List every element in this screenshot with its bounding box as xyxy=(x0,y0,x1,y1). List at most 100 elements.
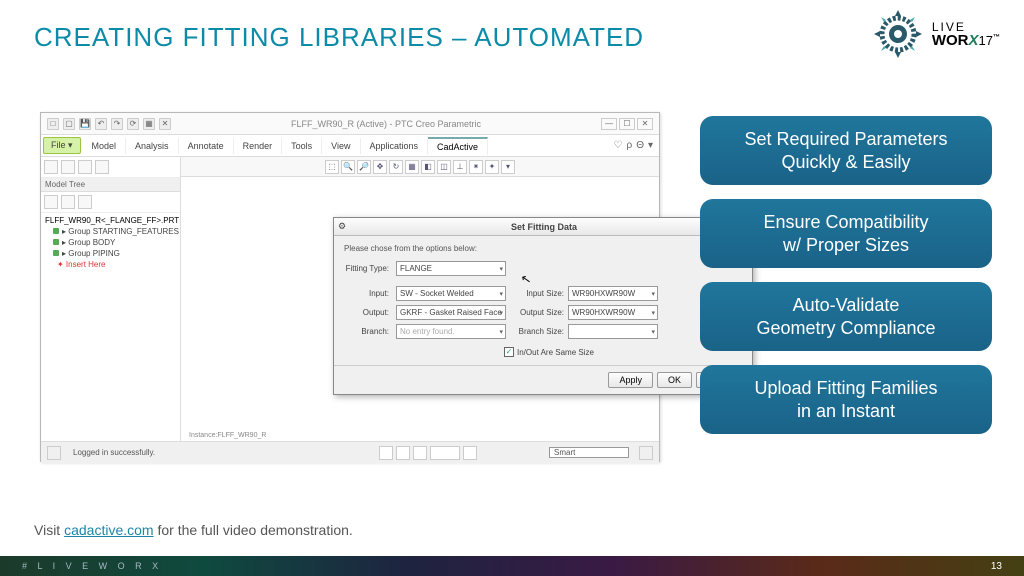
zoom-in-icon[interactable]: 🔍 xyxy=(341,160,355,174)
status-end-icon[interactable] xyxy=(639,446,653,460)
tab-annotate[interactable]: Annotate xyxy=(179,138,234,154)
help-icon[interactable]: Θ xyxy=(636,140,644,151)
tab-analysis[interactable]: Analysis xyxy=(126,138,179,154)
windows-icon[interactable]: ▦ xyxy=(143,118,155,130)
redo-icon[interactable]: ↷ xyxy=(111,118,123,130)
output-size-select[interactable]: WR90HXWR90W xyxy=(568,305,658,320)
output-select[interactable]: GKRF - Gasket Raised Face xyxy=(396,305,506,320)
same-size-checkbox[interactable]: ✓ xyxy=(504,347,514,357)
sidebar-tabs[interactable] xyxy=(41,157,180,178)
model-tree[interactable]: FLFF_WR90_R<_FLANGE_FF>.PRT ▸ Group STAR… xyxy=(41,213,180,272)
tab-tools[interactable]: Tools xyxy=(282,138,322,154)
undo-icon[interactable]: ↶ xyxy=(95,118,107,130)
heart-icon[interactable]: ♡ xyxy=(614,140,623,151)
status-bar: Logged in successfully. Smart xyxy=(41,441,659,463)
ribbon-right-tools[interactable]: ♡ρΘ ▾ xyxy=(614,140,659,151)
pan-icon[interactable]: ✥ xyxy=(373,160,387,174)
annot-icon[interactable]: ▾ xyxy=(501,160,515,174)
input-label: Input: xyxy=(344,289,392,298)
display-style-icon[interactable]: ◧ xyxy=(421,160,435,174)
tab-render[interactable]: Render xyxy=(234,138,283,154)
benefit-compatibility: Ensure Compatibilityw/ Proper Sizes xyxy=(700,199,992,268)
tree-group-piping[interactable]: ▸ Group PIPING xyxy=(43,248,178,259)
selection-filter-select[interactable]: Smart xyxy=(549,447,629,458)
branch-select[interactable]: No entry found. xyxy=(396,324,506,339)
tab-cadactive[interactable]: CadActive xyxy=(428,137,488,155)
chevron-down-icon[interactable]: ▾ xyxy=(648,140,653,151)
input-select[interactable]: SW - Socket Welded xyxy=(396,286,506,301)
gear-tab-icon[interactable] xyxy=(95,160,109,174)
tab-applications[interactable]: Applications xyxy=(361,138,429,154)
close-all-icon[interactable]: ✕ xyxy=(159,118,171,130)
save-icon[interactable]: 💾 xyxy=(79,118,91,130)
dialog-gear-icon: ⚙ xyxy=(338,221,350,233)
zoom-out-icon[interactable]: 🔎 xyxy=(357,160,371,174)
benefit-upload: Upload Fitting Familiesin an Instant xyxy=(700,365,992,434)
tree-root[interactable]: FLFF_WR90_R<_FLANGE_FF>.PRT xyxy=(43,215,178,226)
benefit-validate: Auto-ValidateGeometry Compliance xyxy=(700,282,992,351)
tree-group-body[interactable]: ▸ Group BODY xyxy=(43,237,178,248)
tab-file[interactable]: File ▾ xyxy=(43,137,81,154)
benefit-parameters: Set Required ParametersQuickly & Easily xyxy=(700,116,992,185)
status-icon[interactable] xyxy=(47,446,61,460)
dialog-prompt: Please chose from the options below: xyxy=(344,244,742,253)
saved-view-icon[interactable]: ▦ xyxy=(405,160,419,174)
folder-tab-icon[interactable] xyxy=(61,160,75,174)
sel-tool-1-icon[interactable] xyxy=(379,446,393,460)
window-controls[interactable]: —☐✕ xyxy=(601,118,653,130)
search-icon[interactable]: ρ xyxy=(626,140,632,151)
datum-icon[interactable]: ◫ xyxy=(437,160,451,174)
app-screenshot: □ ▢ 💾 ↶ ↷ ⟳ ▦ ✕ FLFF_WR90_R (Active) - P… xyxy=(40,112,660,462)
instance-label: Instance:FLFF_WR90_R xyxy=(189,432,266,439)
set-fitting-data-dialog: ⚙ Set Fitting Data ✕ Please chose from t… xyxy=(333,217,753,395)
tab-model[interactable]: Model xyxy=(83,138,127,154)
branch-size-select[interactable] xyxy=(568,324,658,339)
refit-icon[interactable]: ⬚ xyxy=(325,160,339,174)
logo-group: LIVE WORX17™ xyxy=(872,8,1000,60)
slide-footer: # L I V E W O R X 13 xyxy=(0,556,1024,576)
same-size-label: In/Out Are Same Size xyxy=(517,348,594,357)
window-title: FLFF_WR90_R (Active) - PTC Creo Parametr… xyxy=(171,119,601,129)
flag-icon[interactable] xyxy=(413,446,427,460)
new-icon[interactable]: □ xyxy=(47,118,59,130)
tree-tab-icon[interactable] xyxy=(44,160,58,174)
ok-button[interactable]: OK xyxy=(657,372,692,388)
benefits-list: Set Required ParametersQuickly & Easily … xyxy=(700,116,992,434)
apply-button[interactable]: Apply xyxy=(608,372,653,388)
fav-tab-icon[interactable] xyxy=(78,160,92,174)
fitting-type-label: Fitting Type: xyxy=(344,264,392,273)
maximize-icon[interactable]: ☐ xyxy=(619,118,635,130)
cadactive-link[interactable]: cadactive.com xyxy=(64,522,153,538)
model-tree-header: Model Tree xyxy=(41,178,180,192)
input-size-select[interactable]: WR90HXWR90W xyxy=(568,286,658,301)
model-tree-panel: Model Tree FLFF_WR90_R<_FLANGE_FF>.PRT ▸… xyxy=(41,157,181,441)
footer-link-text: Visit cadactive.com for the full video d… xyxy=(34,522,353,538)
open-icon[interactable]: ▢ xyxy=(63,118,75,130)
dialog-title: Set Fitting Data xyxy=(354,222,734,232)
axis-icon[interactable]: ⊥ xyxy=(453,160,467,174)
point-icon[interactable]: ⁕ xyxy=(469,160,483,174)
minimize-icon[interactable]: — xyxy=(601,118,617,130)
status-tools[interactable] xyxy=(379,446,477,460)
spin-icon[interactable]: ↻ xyxy=(389,160,403,174)
find-icon[interactable] xyxy=(463,446,477,460)
output-label: Output: xyxy=(344,308,392,317)
quick-access-toolbar[interactable]: □ ▢ 💾 ↶ ↷ ⟳ ▦ ✕ xyxy=(47,118,171,130)
window-titlebar: □ ▢ 💾 ↶ ↷ ⟳ ▦ ✕ FLFF_WR90_R (Active) - P… xyxy=(41,113,659,135)
fitting-type-select[interactable]: FLANGE xyxy=(396,261,506,276)
liveworx-logo: LIVE WORX17™ xyxy=(932,21,1000,48)
csys-icon[interactable]: ✦ xyxy=(485,160,499,174)
tree-group-starting[interactable]: ▸ Group STARTING_FEATURES xyxy=(43,226,178,237)
slide-title: CREATING FITTING LIBRARIES – AUTOMATED xyxy=(34,22,644,53)
regen-icon[interactable]: ⟳ xyxy=(127,118,139,130)
sel-tool-2-icon[interactable] xyxy=(396,446,410,460)
ribbon-tabs[interactable]: File ▾ Model Analysis Annotate Render To… xyxy=(41,135,659,157)
branch-label: Branch: xyxy=(344,327,392,336)
graphics-canvas[interactable]: ⬚🔍🔎✥↻▦◧◫⊥⁕✦▾ ⚙ Set Fitting Data ✕ Please… xyxy=(181,157,659,441)
tree-insert-here[interactable]: ✦ Insert Here xyxy=(43,259,178,270)
tree-tools[interactable] xyxy=(41,192,180,213)
close-icon[interactable]: ✕ xyxy=(637,118,653,130)
branch-size-label: Branch Size: xyxy=(512,327,564,336)
tab-view[interactable]: View xyxy=(322,138,360,154)
view-toolbar[interactable]: ⬚🔍🔎✥↻▦◧◫⊥⁕✦▾ xyxy=(181,157,659,177)
